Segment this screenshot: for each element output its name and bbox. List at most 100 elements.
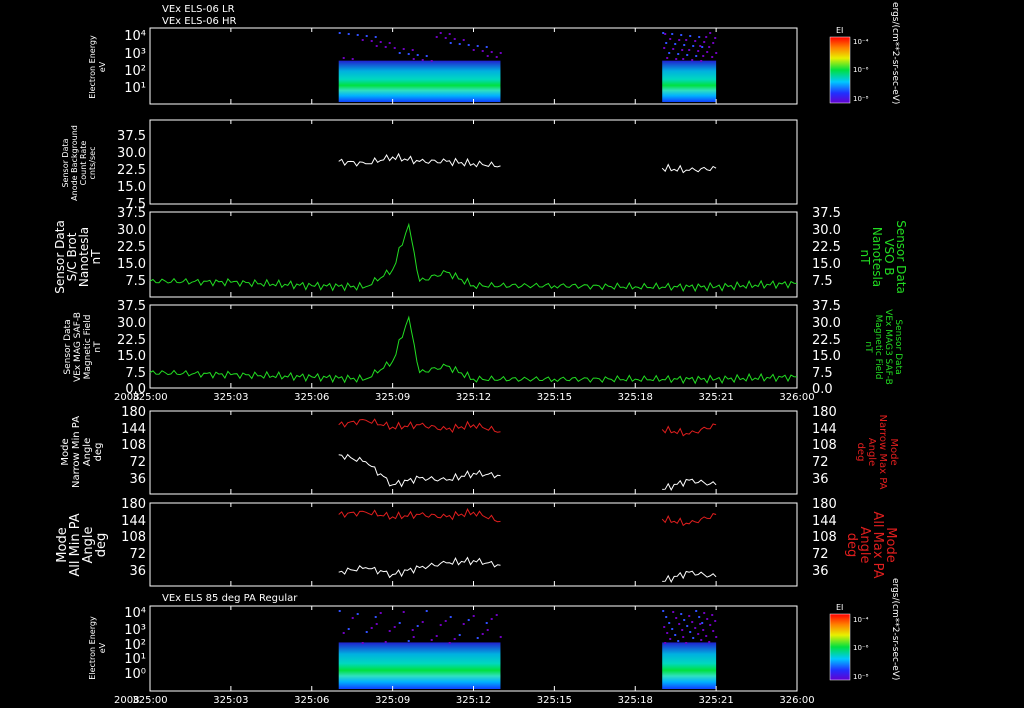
spectrogram-noise-dot [688,615,691,617]
p3-ytick-2: 22.5 [117,240,146,255]
x-tick-label: 325:18 [618,695,653,706]
spectrogram-noise-dot [476,45,479,47]
spectrogram-noise-dot [347,628,350,630]
spectrogram-noise-dot [677,640,680,642]
p3-ylabel-3: nT [89,249,103,265]
spectrogram-noise-dot [689,631,692,633]
spectrogram-noise-dot [430,639,433,641]
spectrogram-block [662,642,717,689]
p2-ytick-3: 15.0 [117,180,146,195]
spectrogram-noise-dot [677,53,680,55]
spectrogram-noise-dot [374,36,377,38]
spectrogram-noise-dot [666,632,669,634]
colorbar-2 [829,613,851,681]
spectrogram-noise-dot [472,615,475,617]
spectrogram-noise-dot [666,57,669,59]
spectrogram-noise-dot [683,44,686,46]
spectrogram-noise-dot [351,58,354,60]
p6-rtick-4: 36 [812,564,829,579]
spectrogram-noise-dot [678,39,681,41]
spectrogram-noise-dot [425,55,428,57]
series-red-line [661,513,717,527]
spectrogram-noise-dot [481,633,484,635]
spectrogram-noise-dot [421,621,424,623]
spectrogram-noise-dot [689,35,692,37]
p7-ytick-2: 10² [124,638,146,653]
p5-rlabel-2: Angle [866,438,877,466]
x-tick-label: 325:06 [294,695,329,706]
spectrogram-noise-dot [705,36,708,38]
spectrogram-noise-dot [711,56,714,58]
spectrogram-noise-dot [675,58,678,60]
p3-ytick-3: 15.0 [117,257,146,272]
spectrogram-noise-dot [411,629,414,631]
p5-rlabel-0: Mode [888,438,899,465]
spectrogram-noise-dot [384,641,387,643]
spectrogram-noise-dot [668,622,671,624]
spectrogram-noise-dot [672,48,675,50]
spectrogram-noise-dot [695,610,698,612]
colorbar-2-tick-0: 10⁻⁴ [853,616,869,624]
p1-ylabel-0: Electron Energy [88,35,97,99]
p4-ytick-3: 15.0 [117,349,146,364]
spectrogram-noise-dot [715,636,718,638]
p3-ytick-4: 7.5 [125,274,146,289]
spectrogram-noise-dot [439,32,442,34]
spectrogram-noise-dot [402,611,405,613]
spectrogram-noise-dot [347,33,350,35]
spectrogram-noise-dot [412,636,415,638]
panel6-ylabel: Mode All Min PA Angle deg [55,513,109,576]
spectrogram-noise-dot [702,629,705,631]
p1-ytick-0: 10⁴ [124,29,146,44]
spectrogram-noise-dot [499,636,502,638]
p4-ytick-2: 22.5 [117,333,146,348]
spectrogram-noise-dot [692,637,695,639]
p7-ytick-3: 10¹ [124,652,146,667]
p5-rlabel-3: deg [855,443,866,462]
spectrogram-noise-dot [714,37,717,39]
p5-rlabel-1: Narrow Max PA [877,415,888,490]
spectrogram-noise-dot [448,33,451,35]
spectrogram-noise-dot [370,40,373,42]
p7-ylabel-1: eV [98,642,107,653]
spectrogram-noise-dot [699,45,702,47]
panel3-ylabel: Sensor Data S/C Brot Nanotesla nT [53,220,103,294]
panel6-y-ticks-right: 180 144 108 72 36 [812,497,837,579]
spectrogram-noise-dot [714,620,717,622]
spectrogram-noise-dot [708,641,711,643]
spectrogram-noise-dot [407,640,410,642]
spectrogram-noise-dot [706,618,709,620]
spectrogram-noise-dot [664,642,667,644]
spectrogram-noise-dot [356,34,359,36]
p5-ytick-2: 108 [121,438,146,453]
panel3-y-ticks-left: 37.5 30.0 22.5 15.0 7.5 [117,206,146,289]
spectrogram-noise-dot [671,628,674,630]
spectrogram-noise-dot [682,58,685,60]
spectrogram-noise-dot [462,623,465,625]
spectrogram-noise-dot [388,42,391,44]
spectrogram-noise-dot [393,626,396,628]
p3-rtick-2: 22.5 [812,240,841,255]
spectrogram-noise-dot [662,32,665,34]
p5-rtick-3: 72 [812,455,829,470]
p1-ytick-1: 10³ [124,47,146,62]
p4-ylabel-0: Sensor Data [63,319,73,374]
spectrogram-noise-dot [680,34,683,36]
spectrogram-noise-dot [662,610,665,612]
p6-ytick-1: 144 [121,514,146,529]
colorbar-2-units: ergs/(cm**2-sr-sec-eV) [890,578,900,680]
panel-anode-background: 37.5 30.0 22.5 15.0 7.5 Sensor Data Anod… [61,119,798,212]
p4-ytick-0: 37.5 [117,299,146,314]
spectrogram-block [338,642,501,689]
spectrogram-noise-dot [338,610,341,612]
spectrogram-noise-dot [711,614,714,616]
spectrogram-noise-dot [486,629,489,631]
panel7-y-ticks: 10⁴ 10³ 10² 10¹ 10⁰ [124,606,146,682]
p7-ytick-4: 10⁰ [124,667,146,682]
p3-rtick-1: 30.0 [812,223,841,238]
spectrogram-noise-dot [485,46,488,48]
panel1-ylabel: Electron Energy eV [88,35,107,99]
panel2-traces [338,152,717,174]
x-axis-upper: 2008 325:00 325:03 325:06 325:09 325:12 325:1… [114,392,815,403]
spectrogram-noise-dot [691,59,694,61]
